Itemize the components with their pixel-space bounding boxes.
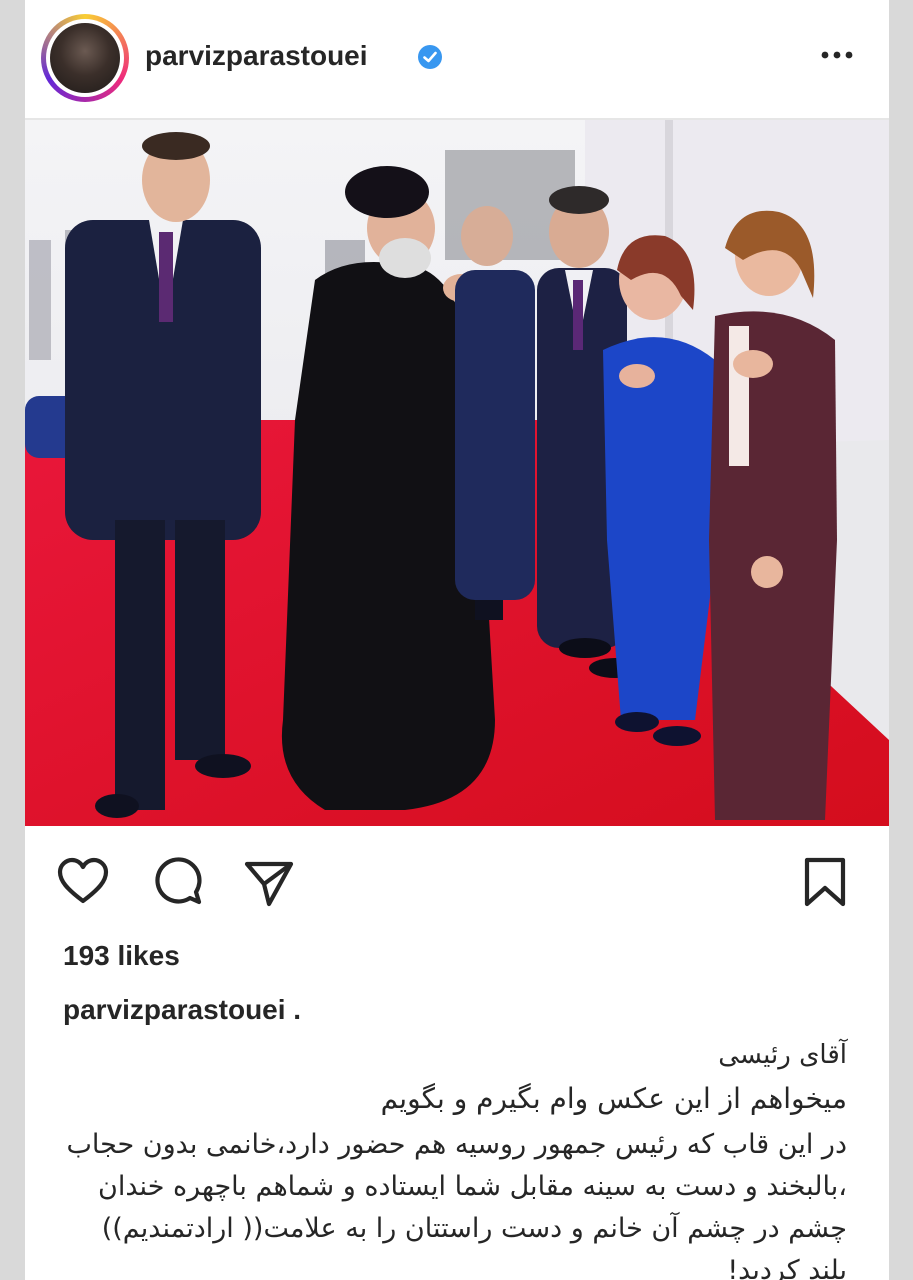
verified-badge-icon <box>418 45 442 69</box>
bookmark-icon[interactable] <box>797 854 853 910</box>
post-username[interactable]: parvizparastouei <box>145 40 368 72</box>
more-horizontal-icon[interactable] <box>817 40 857 70</box>
send-icon[interactable] <box>241 854 297 910</box>
avatar[interactable] <box>41 14 129 102</box>
post-header: parvizparastouei <box>25 0 889 118</box>
heart-icon[interactable] <box>55 854 111 910</box>
post-actions-bar <box>25 840 889 920</box>
caption-line-2: میخواهم از این عکس وام بگیرم و بگویم <box>380 1082 847 1115</box>
post-card: parvizparastouei 193 likes parvizparasto… <box>25 0 889 1280</box>
caption-body: در این قاب که رئیس جمهور روسیه هم حضور د… <box>66 1129 847 1280</box>
caption-line-1: آقای رئیسی <box>718 1040 847 1070</box>
likes-count[interactable]: 193 likes <box>63 940 180 972</box>
comment-icon[interactable] <box>149 854 205 910</box>
post-photo[interactable] <box>25 120 889 826</box>
caption-username[interactable]: parvizparastouei . <box>63 994 301 1026</box>
